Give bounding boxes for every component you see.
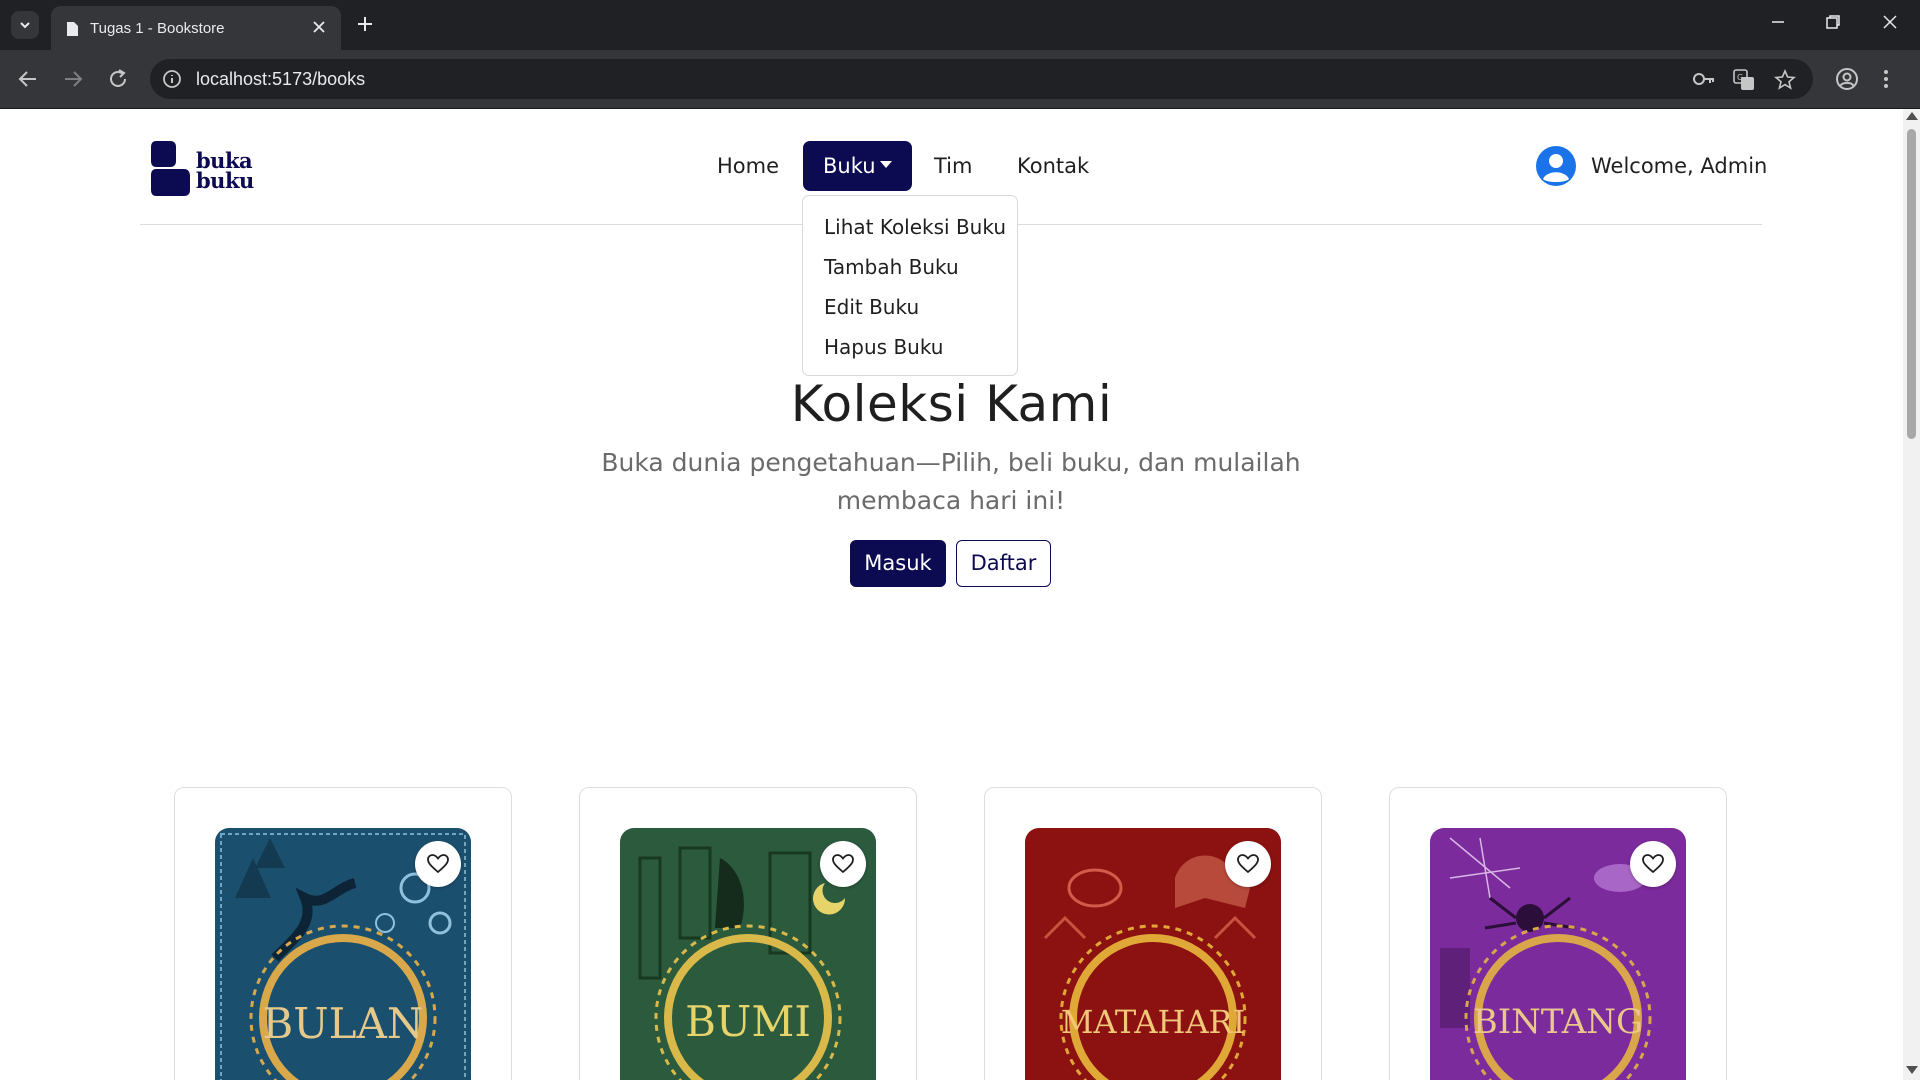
book-cover-title: MATAHARI — [1061, 1003, 1246, 1041]
page-viewport: buka buku Home Buku Tim Kontak Welcome, … — [0, 109, 1903, 1080]
caret-down-icon — [879, 160, 892, 168]
heart-icon[interactable] — [820, 841, 866, 887]
browser-tab-strip: Tugas 1 - Bookstore — [0, 0, 1920, 50]
user-avatar-icon — [1536, 146, 1576, 186]
restore-icon[interactable] — [1825, 14, 1841, 34]
info-icon[interactable] — [162, 69, 182, 93]
svg-text:G: G — [1737, 73, 1743, 82]
nav-buku[interactable]: Buku — [803, 141, 912, 191]
logo-mark-icon — [151, 141, 190, 196]
nav-tim[interactable]: Tim — [934, 141, 972, 191]
translate-icon[interactable]: G — [1733, 69, 1755, 95]
reload-icon[interactable] — [106, 67, 130, 95]
url-text: localhost:5173/books — [196, 69, 366, 89]
menu-icon[interactable] — [1882, 67, 1890, 95]
page-title: Koleksi Kami — [790, 375, 1113, 433]
register-button[interactable]: Daftar — [956, 540, 1051, 587]
brand-logo[interactable]: buka buku — [150, 139, 260, 199]
book-cover-title: BULAN — [262, 999, 423, 1048]
nav-buku-label: Buku — [823, 154, 876, 178]
key-icon[interactable] — [1692, 69, 1716, 93]
nav-home[interactable]: Home — [717, 141, 779, 191]
address-bar[interactable]: localhost:5173/books G — [150, 59, 1813, 99]
login-button[interactable]: Masuk — [850, 540, 946, 587]
brand-name: buka buku — [196, 150, 254, 193]
scrollbar-thumb[interactable] — [1907, 129, 1916, 439]
dropdown-item-edit-buku[interactable]: Edit Buku — [803, 287, 1017, 327]
plus-icon[interactable] — [354, 13, 376, 39]
nav-kontak[interactable]: Kontak — [1017, 141, 1089, 191]
scroll-down-arrow-icon[interactable] — [1906, 1066, 1918, 1074]
book-card[interactable]: BINTANG — [1389, 787, 1727, 1080]
book-card[interactable]: BULAN — [174, 787, 512, 1080]
book-cover-title: BUMI — [685, 997, 811, 1046]
book-cover-title: BINTANG — [1473, 1002, 1643, 1042]
page-icon — [65, 21, 79, 41]
welcome-text: Welcome, Admin — [1591, 154, 1768, 178]
dropdown-item-tambah-buku[interactable]: Tambah Buku — [803, 247, 1017, 287]
tab-search-icon[interactable] — [11, 11, 39, 39]
heart-icon[interactable] — [1225, 841, 1271, 887]
page-subtitle: Buka dunia pengetahuan—Pilih, beli buku,… — [601, 448, 1301, 515]
browser-tab[interactable]: Tugas 1 - Bookstore — [51, 6, 341, 50]
browser-toolbar: localhost:5173/books G — [0, 50, 1920, 109]
heart-icon[interactable] — [415, 841, 461, 887]
forward-icon[interactable] — [61, 67, 85, 95]
dropdown-item-lihat-koleksi[interactable]: Lihat Koleksi Buku — [803, 207, 1017, 247]
tab-title: Tugas 1 - Bookstore — [90, 20, 225, 37]
star-icon[interactable] — [1774, 68, 1796, 95]
book-card[interactable]: MATAHARI — [984, 787, 1322, 1080]
brand-line-2: buku — [196, 168, 254, 193]
close-icon[interactable] — [311, 19, 327, 39]
heart-icon[interactable] — [1630, 841, 1676, 887]
book-card[interactable]: BUMI — [579, 787, 917, 1080]
back-icon[interactable] — [16, 67, 40, 95]
page-scrollbar[interactable] — [1903, 109, 1920, 1080]
profile-icon[interactable] — [1835, 67, 1859, 95]
buku-dropdown-menu: Lihat Koleksi Buku Tambah Buku Edit Buku… — [802, 195, 1018, 376]
scroll-up-arrow-icon[interactable] — [1906, 112, 1918, 120]
minimize-icon[interactable] — [1770, 14, 1786, 34]
dropdown-item-hapus-buku[interactable]: Hapus Buku — [803, 327, 1017, 367]
close-window-icon[interactable] — [1882, 14, 1898, 34]
